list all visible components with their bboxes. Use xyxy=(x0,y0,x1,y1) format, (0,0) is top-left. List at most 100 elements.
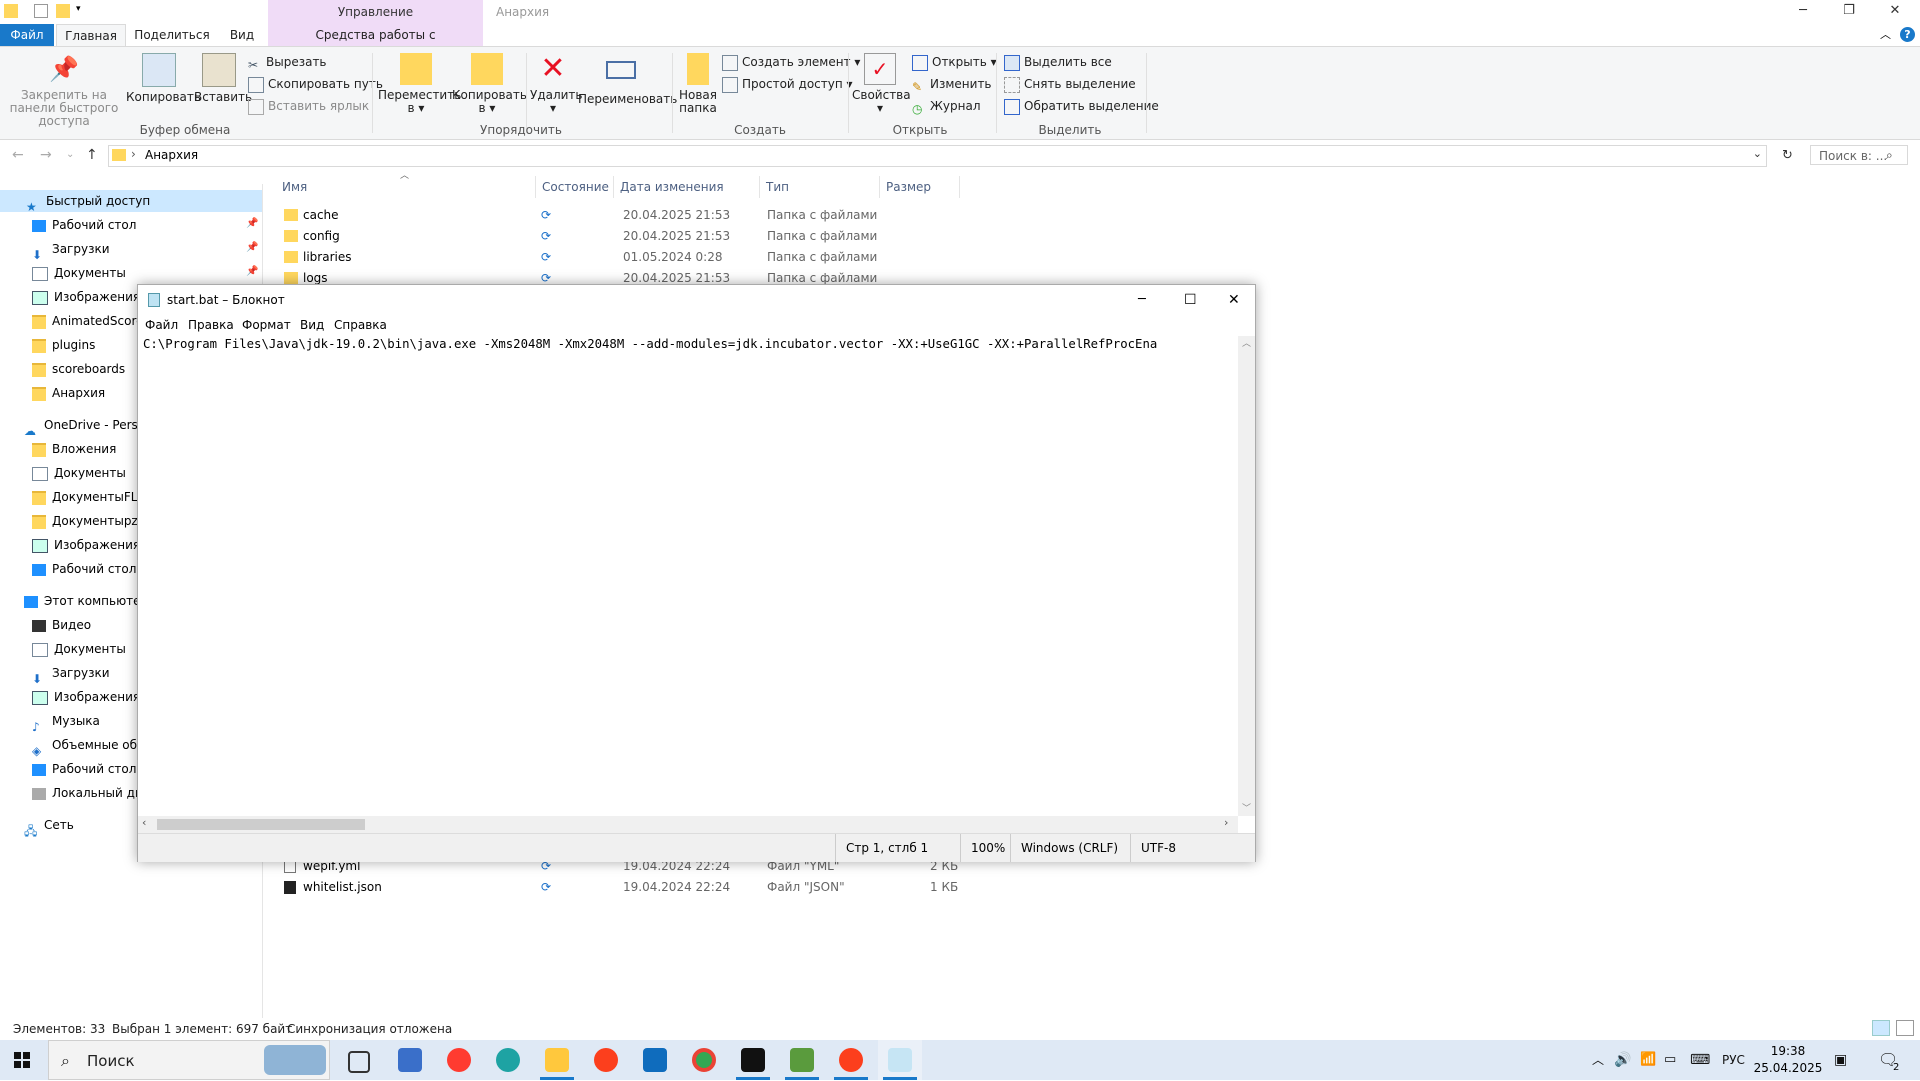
breadcrumb-current[interactable]: Анархия xyxy=(145,148,198,162)
paste-button[interactable]: Вставить xyxy=(194,53,252,104)
new-item-button[interactable]: Создать элемент ▾ xyxy=(722,53,860,71)
restore-icon[interactable]: ❐ xyxy=(1826,0,1872,22)
file-explorer-icon[interactable] xyxy=(545,1048,569,1072)
nav-onedrive[interactable]: ☁ OneDrive - Persor xyxy=(24,414,150,438)
nav-item-documents[interactable]: Документы xyxy=(32,262,126,284)
battery-icon[interactable]: ▭ xyxy=(1664,1040,1676,1080)
nav-this-pc[interactable]: Этот компьютер xyxy=(24,590,148,612)
copy-path-button[interactable]: Скопировать путь xyxy=(248,75,383,93)
open-button[interactable]: Открыть ▾ xyxy=(912,53,997,71)
tray-chevron-icon[interactable]: ︿ xyxy=(1592,1040,1604,1080)
nav-item-pc-desktop[interactable]: Рабочий стол xyxy=(32,758,136,780)
nav-item-pictures[interactable]: Изображения xyxy=(32,286,140,308)
help-icon[interactable]: ? xyxy=(1900,27,1915,42)
nav-item-pc-downloads[interactable]: ⬇ Загрузки xyxy=(32,662,110,686)
table-row[interactable]: whitelist.json ⟳ 19.04.2024 22:24 Файл "… xyxy=(280,877,960,898)
scroll-down-icon[interactable]: ﹀ xyxy=(1242,801,1251,814)
pin-icon[interactable]: 📌 xyxy=(246,242,258,253)
edit-button[interactable]: ✎ Изменить xyxy=(912,75,992,94)
nav-item-downloads[interactable]: ⬇ Загрузки xyxy=(32,238,110,262)
nav-item-pc-documents[interactable]: Документы xyxy=(32,638,126,660)
column-header-state[interactable]: Состояние xyxy=(536,176,614,198)
properties-button[interactable]: ✓ Свойства ▾ xyxy=(852,53,911,115)
rename-button[interactable]: Переименовать xyxy=(578,53,677,106)
new-folder-button[interactable]: Новая папка xyxy=(676,53,720,115)
notepad-text-area[interactable]: C:\Program Files\Java\jdk-19.0.2\bin\jav… xyxy=(138,336,1238,816)
table-row[interactable]: config ⟳ 20.04.2025 21:53 Папка с файлам… xyxy=(280,226,960,247)
clock[interactable]: 19:38 25.04.2025 xyxy=(1752,1043,1824,1077)
nav-item-music[interactable]: ♪ Музыка xyxy=(32,710,100,734)
minecraft-icon[interactable] xyxy=(790,1048,814,1072)
language-indicator[interactable]: РУС xyxy=(1722,1040,1745,1080)
outlook-icon[interactable] xyxy=(643,1048,667,1072)
task-view-icon[interactable] xyxy=(348,1051,370,1073)
paste-shortcut-button[interactable]: Вставить ярлык xyxy=(248,97,369,115)
menu-file[interactable]: Файл xyxy=(145,315,178,335)
table-row[interactable]: libraries ⟳ 01.05.2024 0:28 Папка с файл… xyxy=(280,247,960,268)
column-header-name[interactable]: Имя xyxy=(276,176,536,198)
recent-dropdown-icon[interactable]: ⌄ xyxy=(66,149,74,160)
search-icon[interactable]: ⌕ xyxy=(1886,148,1893,163)
up-arrow-icon[interactable]: ↑ xyxy=(86,147,98,163)
tab-file[interactable]: Файл xyxy=(0,24,54,46)
yandex-browser-icon[interactable] xyxy=(447,1048,471,1072)
ribbon-collapse-icon[interactable]: ︿ xyxy=(1880,26,1891,42)
tab-app-tools[interactable]: Средства работы с приложениями xyxy=(268,24,483,64)
address-bar[interactable]: › Анархия ⌄ xyxy=(108,145,1767,167)
horizontal-scroll-thumb[interactable] xyxy=(157,819,365,830)
menu-edit[interactable]: Правка xyxy=(188,315,234,335)
chrome-icon[interactable] xyxy=(692,1048,716,1072)
edge-icon[interactable] xyxy=(496,1048,520,1072)
quick-access-dropdown-icon[interactable]: ▾ xyxy=(76,4,81,14)
scroll-left-icon[interactable]: ‹ xyxy=(142,816,146,829)
screen-icon[interactable]: ▣ xyxy=(1834,1040,1847,1080)
nav-item-documents-fl[interactable]: ДокументыFL S xyxy=(32,486,149,508)
nav-quick-access[interactable]: ★ Быстрый доступ xyxy=(0,190,262,214)
horizontal-scrollbar[interactable]: ‹ › xyxy=(138,816,1238,833)
nav-item-od-desktop[interactable]: Рабочий стол xyxy=(32,558,136,580)
copy-button[interactable]: Копировать xyxy=(126,53,201,104)
wifi-icon[interactable]: 📶 xyxy=(1640,1040,1656,1080)
pin-icon[interactable]: 📌 xyxy=(246,266,258,277)
tab-home[interactable]: Главная xyxy=(56,24,126,47)
search-input[interactable]: Поиск в: ... xyxy=(1810,145,1908,165)
menu-format[interactable]: Формат xyxy=(242,315,291,335)
app-icon[interactable] xyxy=(398,1048,422,1072)
select-all-button[interactable]: Выделить все xyxy=(1004,53,1112,71)
minimize-icon[interactable]: ─ xyxy=(1138,285,1146,315)
refresh-icon[interactable]: ↻ xyxy=(1782,148,1793,163)
delete-button[interactable]: ✕ Удалить ▾ xyxy=(530,53,583,115)
scroll-up-icon[interactable]: ︿ xyxy=(1242,336,1251,349)
large-icons-view-icon[interactable] xyxy=(1896,1020,1914,1036)
scroll-right-icon[interactable]: › xyxy=(1224,816,1228,829)
cut-button[interactable]: ✂ Вырезать xyxy=(248,53,327,72)
nav-item-animatedscoreboard[interactable]: AnimatedScoreb xyxy=(32,310,151,332)
move-to-button[interactable]: Переместить в ▾ xyxy=(378,53,461,115)
pin-icon[interactable]: 📌 xyxy=(246,218,258,229)
address-dropdown-icon[interactable]: ⌄ xyxy=(1753,147,1762,160)
new-folder-icon[interactable] xyxy=(56,4,70,18)
nav-network[interactable]: 🖧 Сеть xyxy=(24,814,74,838)
notifications-icon[interactable]: 🗨 xyxy=(1878,1040,1898,1080)
terminal-icon[interactable] xyxy=(741,1048,765,1072)
start-windows-icon[interactable] xyxy=(14,1052,30,1068)
column-header-type[interactable]: Тип xyxy=(760,176,880,198)
yandex-icon[interactable] xyxy=(839,1048,863,1072)
nav-item-desktop[interactable]: Рабочий стол xyxy=(32,214,136,236)
close-icon[interactable]: ✕ xyxy=(1228,285,1240,315)
nav-item-documents-pz[interactable]: ДокументыpzLa xyxy=(32,510,152,532)
easy-access-button[interactable]: Простой доступ ▾ xyxy=(722,75,853,93)
properties-icon[interactable] xyxy=(34,4,48,18)
maximize-icon[interactable]: ☐ xyxy=(1184,285,1197,315)
nav-item-anarchy[interactable]: Анархия xyxy=(32,382,105,404)
menu-view[interactable]: Вид xyxy=(300,315,324,335)
history-button[interactable]: ◷ Журнал xyxy=(912,97,981,116)
nav-item-plugins[interactable]: plugins xyxy=(32,334,95,356)
copy-to-button[interactable]: Копировать в ▾ xyxy=(452,53,527,115)
back-arrow-icon[interactable]: ← xyxy=(12,147,24,163)
nav-item-scoreboards[interactable]: scoreboards xyxy=(32,358,125,380)
nav-item-od-documents[interactable]: Документы xyxy=(32,462,126,484)
tab-view[interactable]: Вид xyxy=(220,24,264,46)
nav-item-local-disk[interactable]: Локальный дис xyxy=(32,782,149,804)
nav-item-video[interactable]: Видео xyxy=(32,614,91,636)
